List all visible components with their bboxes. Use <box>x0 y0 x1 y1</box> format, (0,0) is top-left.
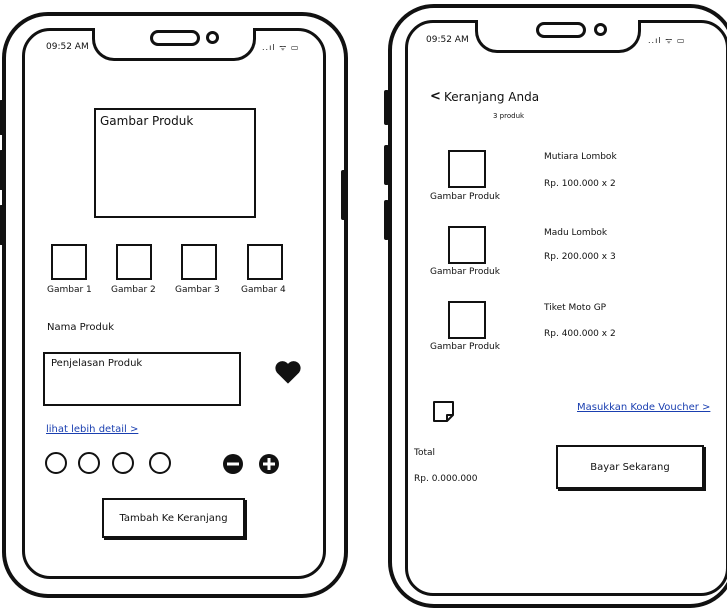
thumbnail-label: Gambar 4 <box>241 285 286 295</box>
description-text: Penjelasan Produk <box>51 358 143 369</box>
thumbnail-label: Gambar 1 <box>47 285 92 295</box>
back-icon[interactable]: < <box>430 89 441 104</box>
power-button <box>341 170 346 220</box>
pay-now-button[interactable]: Bayar Sekarang <box>556 445 704 489</box>
status-time: 09:52 AM <box>46 42 89 52</box>
page-title: Keranjang Anda <box>444 90 540 104</box>
status-icons: ..ıl ᯤ ▭ <box>262 43 300 52</box>
cart-item-name: Mutiara Lombok <box>544 152 617 162</box>
thumbnail-4[interactable] <box>247 244 283 280</box>
status-time: 09:52 AM <box>426 35 469 45</box>
color-option[interactable] <box>78 452 100 474</box>
camera <box>206 31 219 44</box>
cart-item-image-label: Gambar Produk <box>430 267 500 277</box>
side-button <box>384 145 389 185</box>
color-option[interactable] <box>112 452 134 474</box>
color-option[interactable] <box>149 452 171 474</box>
total-label: Total <box>414 448 436 458</box>
side-button <box>0 150 4 190</box>
thumbnail-label: Gambar 2 <box>111 285 156 295</box>
cart-item-price: Rp. 400.000 x 2 <box>544 329 616 339</box>
camera <box>594 23 607 36</box>
speaker <box>536 22 586 38</box>
side-button <box>0 100 4 135</box>
total-value: Rp. 0.000.000 <box>414 474 478 484</box>
voucher-note-icon[interactable] <box>432 400 456 424</box>
heart-icon[interactable] <box>274 359 302 385</box>
cart-item-image <box>448 150 486 188</box>
cart-count: 3 produk <box>493 112 525 120</box>
thumbnail-1[interactable] <box>51 244 87 280</box>
color-option[interactable] <box>45 452 67 474</box>
speaker <box>150 30 200 46</box>
plus-icon[interactable] <box>258 453 280 475</box>
cart-item-image-label: Gambar Produk <box>430 342 500 352</box>
cart-item-image <box>448 301 486 339</box>
main-image-label: Gambar Produk <box>100 114 194 128</box>
add-to-cart-button[interactable]: Tambah Ke Keranjang <box>102 498 245 538</box>
side-button <box>0 205 4 245</box>
cart-item-image <box>448 226 486 264</box>
minus-icon[interactable] <box>222 453 244 475</box>
cart-item-price: Rp. 100.000 x 2 <box>544 179 616 189</box>
voucher-link[interactable]: Masukkan Kode Voucher > <box>577 402 710 413</box>
cart-item-name: Tiket Moto GP <box>544 303 607 313</box>
thumbnail-3[interactable] <box>181 244 217 280</box>
product-description: Penjelasan Produk <box>43 352 241 406</box>
cart-item-price: Rp. 200.000 x 3 <box>544 252 616 262</box>
thumbnail-2[interactable] <box>116 244 152 280</box>
cart-item-name: Madu Lombok <box>544 228 608 238</box>
cart-item-image-label: Gambar Produk <box>430 192 500 202</box>
side-button <box>384 200 389 240</box>
thumbnail-label: Gambar 3 <box>175 285 220 295</box>
status-icons: ..ıl ᯤ ▭ <box>648 36 686 45</box>
main-product-image[interactable]: Gambar Produk <box>94 108 256 218</box>
detail-link[interactable]: lihat lebih detail > <box>46 424 138 435</box>
product-name: Nama Produk <box>47 322 114 333</box>
side-button <box>384 90 389 125</box>
